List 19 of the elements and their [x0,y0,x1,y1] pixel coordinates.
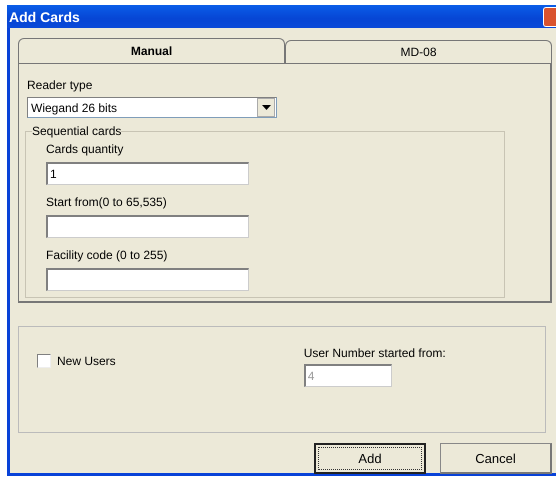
window-title: Add Cards [9,8,80,24]
cancel-button[interactable]: Cancel [440,443,552,474]
reader-type-dropdown[interactable]: Wiegand 26 bits [27,97,277,118]
tab[interactable]: MD-08 [285,40,552,63]
tab[interactable]: Manual [18,38,285,63]
input-field[interactable] [46,215,249,238]
checkbox-label: New Users [57,354,116,368]
input-field[interactable]: 1 [46,162,249,185]
new-users-checkbox[interactable] [37,354,51,368]
field-label: Reader type [27,78,94,92]
dropdown-arrow-icon [262,105,270,110]
field-label: User Number started from: [304,346,446,360]
group-title: Sequential cards [32,124,122,138]
add-button[interactable]: Add [314,443,426,474]
close-button[interactable] [543,6,556,26]
field-label: Facility code (0 to 255) [46,248,168,262]
field-label: Cards quantity [46,142,124,156]
field-label: Start from(0 to 65,535) [46,195,168,209]
input-field[interactable] [46,268,249,291]
